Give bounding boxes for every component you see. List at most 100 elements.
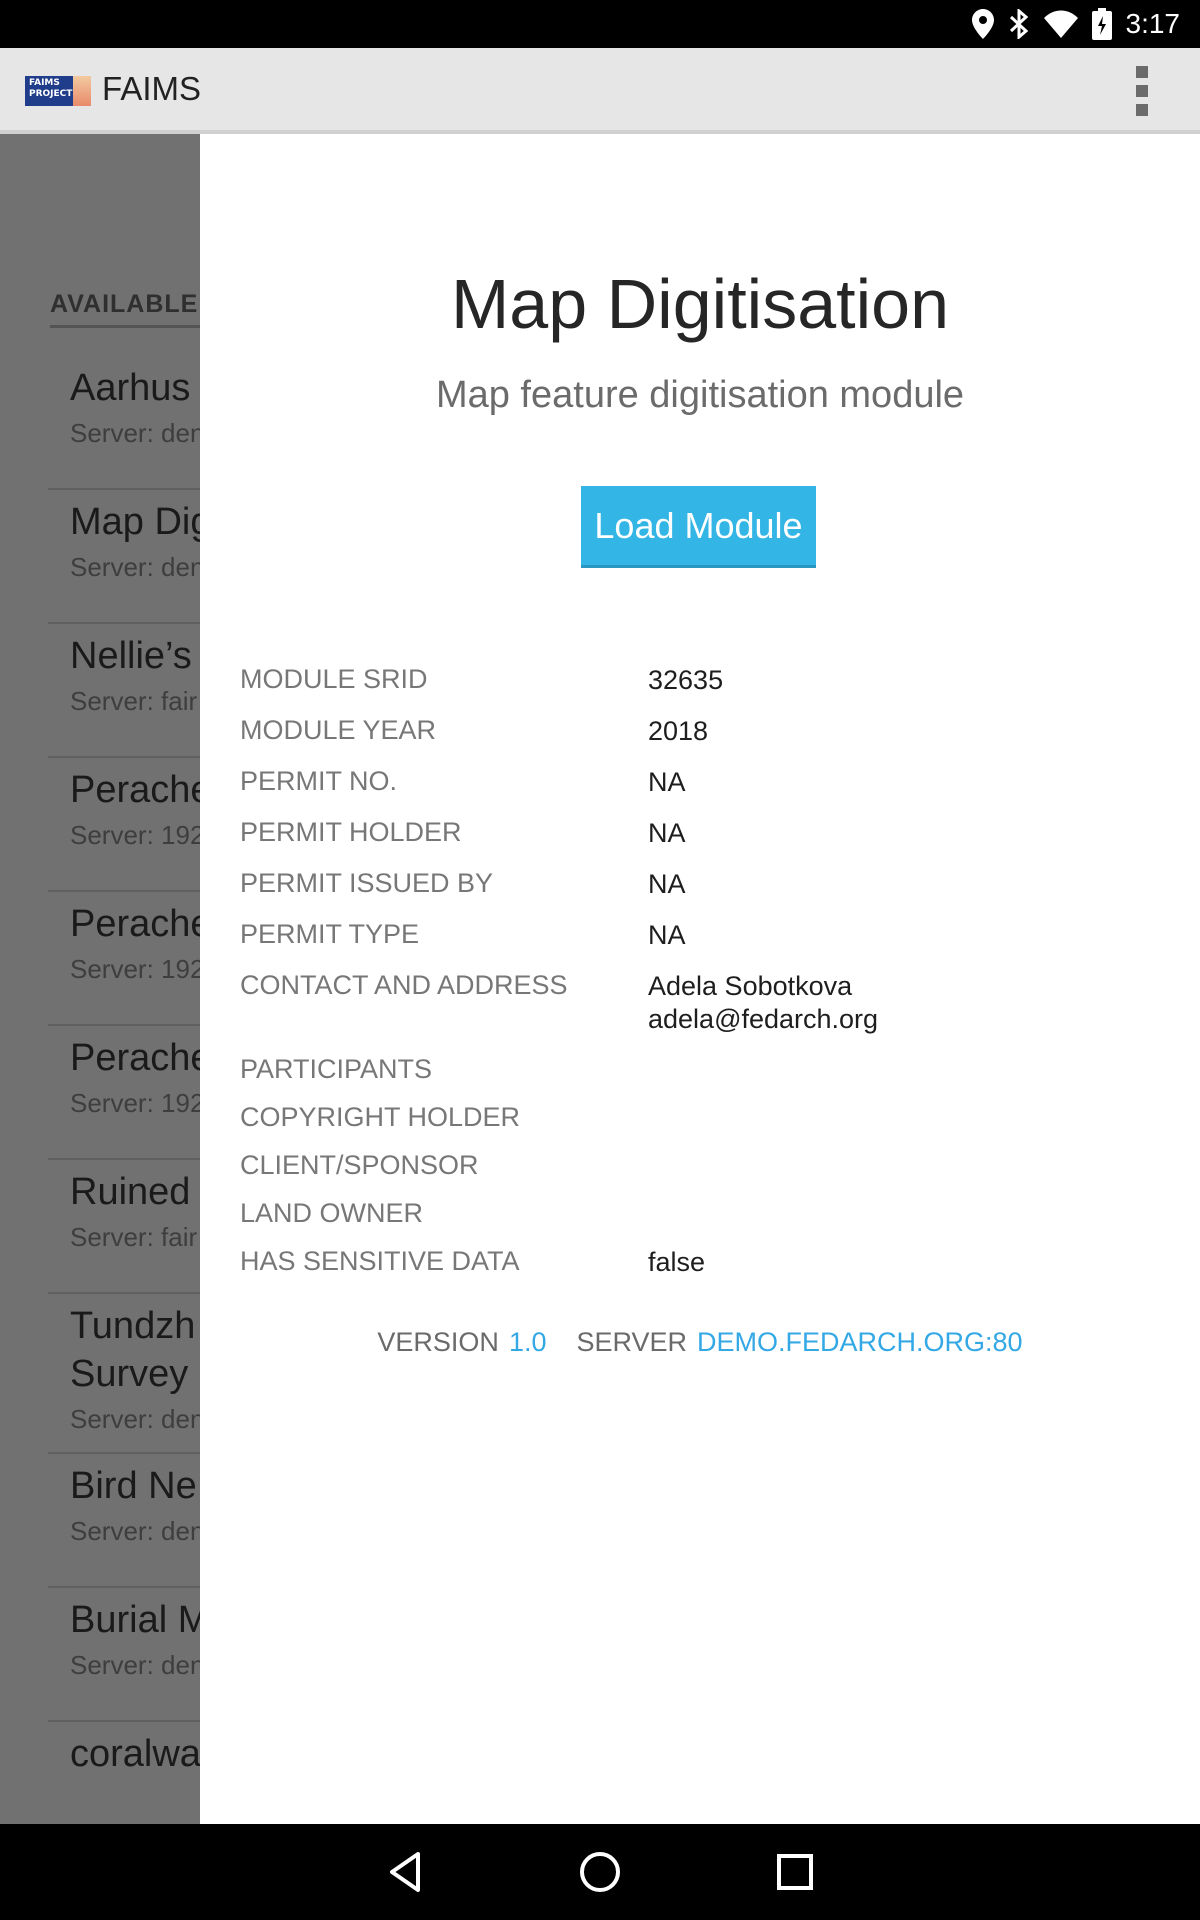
list-item-name: Ruined	[70, 1171, 191, 1213]
detail-label: HAS SENSITIVE DATA	[240, 1246, 520, 1276]
detail-label: CONTACT AND ADDRESS	[240, 970, 568, 1000]
load-module-button[interactable]: Load Module	[581, 486, 816, 568]
status-bar: 3:17	[0, 0, 1200, 48]
list-item[interactable]: Aarhus Server: den	[48, 354, 200, 490]
list-item-name: Perache	[70, 1037, 200, 1079]
logo-image	[73, 76, 91, 106]
list-item[interactable]: Nellie’s Server: fair	[48, 622, 200, 758]
detail-row: MODULE SRID 32635	[240, 664, 1160, 697]
version-value: 1.0	[508, 1327, 547, 1357]
detail-value: Adela Sobotkova adela@fedarch.org	[648, 971, 879, 1034]
bluetooth-icon	[1009, 9, 1028, 39]
list-item-name: Perache	[70, 769, 200, 811]
faims-logo: FAIMS PROJECT	[25, 76, 91, 106]
detail-row: PERMIT ISSUED BY NA	[240, 868, 1160, 901]
list-item-name: Perache	[70, 903, 200, 945]
detail-row: HAS SENSITIVE DATA false	[240, 1246, 1160, 1279]
detail-value: false	[648, 1247, 706, 1277]
overflow-dot	[1136, 104, 1148, 116]
list-item[interactable]: Perache Server: 192	[48, 756, 200, 892]
wifi-icon	[1043, 10, 1078, 38]
detail-label: PERMIT NO.	[240, 766, 398, 796]
app-title: FAIMS	[102, 70, 202, 107]
module-details: MODULE SRID 32635 MODULE YEAR 2018 PERMIT NO…	[240, 664, 1160, 1297]
list-item-server: Server: fair	[70, 686, 198, 716]
list-item[interactable]: Map Dig Server: den	[48, 488, 200, 624]
detail-label: MODULE SRID	[240, 664, 428, 694]
module-list-backdrop[interactable]: AVAILABLE Aarhus Server: den Map Dig Server…	[0, 134, 200, 1824]
detail-value: 2018	[648, 716, 709, 746]
list-item-server: Server: den	[70, 1404, 200, 1434]
list-item-name: coralwa	[70, 1733, 200, 1775]
detail-row: PERMIT HOLDER NA	[240, 817, 1160, 850]
module-title: Map Digitisation	[451, 265, 949, 343]
list-item-name: Burial M	[70, 1599, 200, 1641]
module-footer: VERSION 1.0 SERVER DEMO.FEDARCH.ORG:80	[200, 1327, 1200, 1358]
detail-value: NA	[648, 818, 686, 848]
list-item-name: Aarhus	[70, 367, 191, 409]
detail-label: PERMIT ISSUED BY	[240, 868, 494, 898]
detail-row: PERMIT NO. NA	[240, 766, 1160, 799]
detail-row: PERMIT TYPE NA	[240, 919, 1160, 952]
detail-row: CONTACT AND ADDRESS Adela Sobotkova adela…	[240, 970, 1160, 1036]
detail-label: CLIENT/SPONSOR	[240, 1150, 479, 1180]
list-item-server: Server: den	[70, 1516, 200, 1546]
list-item-name: Nellie’s	[70, 635, 192, 677]
list-item[interactable]: Bird Ne Server: den	[48, 1452, 200, 1588]
list-item-server: Server: den	[70, 1650, 200, 1680]
list-item-server: Server: 192	[70, 954, 200, 984]
battery-icon	[1091, 8, 1112, 40]
overflow-dot	[1136, 66, 1148, 78]
detail-row: MODULE YEAR 2018	[240, 715, 1160, 748]
overflow-dot	[1136, 85, 1148, 97]
app-bar: FAIMS PROJECT FAIMS	[0, 48, 1200, 134]
version-label: VERSION	[377, 1327, 499, 1357]
detail-label: PARTICIPANTS	[240, 1054, 433, 1084]
server-value[interactable]: DEMO.FEDARCH.ORG:80	[697, 1327, 1023, 1357]
overflow-menu-button[interactable]	[1122, 64, 1162, 118]
list-item-name: Tundzh Survey	[70, 1305, 196, 1395]
detail-value	[648, 1150, 1160, 1180]
detail-value: 32635	[648, 665, 724, 695]
list-item[interactable]: coralwa	[48, 1720, 200, 1800]
detail-value	[648, 1054, 1160, 1084]
module-detail-panel: Map Digitisation Map feature digitisatio…	[200, 134, 1200, 1824]
module-subtitle: Map feature digitisation module	[435, 374, 965, 416]
list-item[interactable]: Ruined Server: fair	[48, 1158, 200, 1294]
detail-label: MODULE YEAR	[240, 715, 437, 745]
server-label: SERVER	[576, 1327, 688, 1357]
detail-label: PERMIT HOLDER	[240, 817, 462, 847]
list-item[interactable]: Perache Server: 192	[48, 890, 200, 1026]
logo-text: FAIMS PROJECT	[29, 78, 73, 99]
detail-row: LAND OWNER	[240, 1198, 1160, 1228]
list-item-server: Server: fair	[70, 1222, 198, 1252]
detail-label: LAND OWNER	[240, 1198, 424, 1228]
detail-row: COPYRIGHT HOLDER	[240, 1102, 1160, 1132]
list-item[interactable]: Perache Server: 192	[48, 1024, 200, 1160]
list-item[interactable]: Tundzh Survey Server: den	[48, 1292, 200, 1454]
list-item-server: Server: 192	[70, 820, 200, 850]
detail-value: NA	[648, 767, 686, 797]
list-item-server: Server: 192	[70, 1088, 200, 1118]
detail-value: NA	[648, 920, 686, 950]
list-item-server: Server: den	[70, 418, 200, 448]
list-item-name: Map Dig	[70, 501, 200, 543]
detail-row: PARTICIPANTS	[240, 1054, 1160, 1084]
home-icon[interactable]	[576, 1848, 624, 1896]
detail-label: COPYRIGHT HOLDER	[240, 1102, 521, 1132]
recents-icon[interactable]	[771, 1848, 819, 1896]
navigation-bar	[0, 1824, 1200, 1920]
detail-row: CLIENT/SPONSOR	[240, 1150, 1160, 1180]
list-item-name: Bird Ne	[70, 1465, 197, 1507]
list-item-server: Server: den	[70, 552, 200, 582]
detail-label: PERMIT TYPE	[240, 919, 420, 949]
status-icons: 3:17	[971, 0, 1181, 48]
detail-value	[648, 1102, 1160, 1132]
status-time: 3:17	[1125, 8, 1181, 39]
location-icon	[971, 9, 994, 39]
detail-value: NA	[648, 869, 686, 899]
back-icon[interactable]	[382, 1848, 430, 1896]
list-item[interactable]: Burial M Server: den	[48, 1586, 200, 1722]
detail-value	[648, 1198, 1160, 1228]
section-header: AVAILABLE	[50, 290, 200, 328]
